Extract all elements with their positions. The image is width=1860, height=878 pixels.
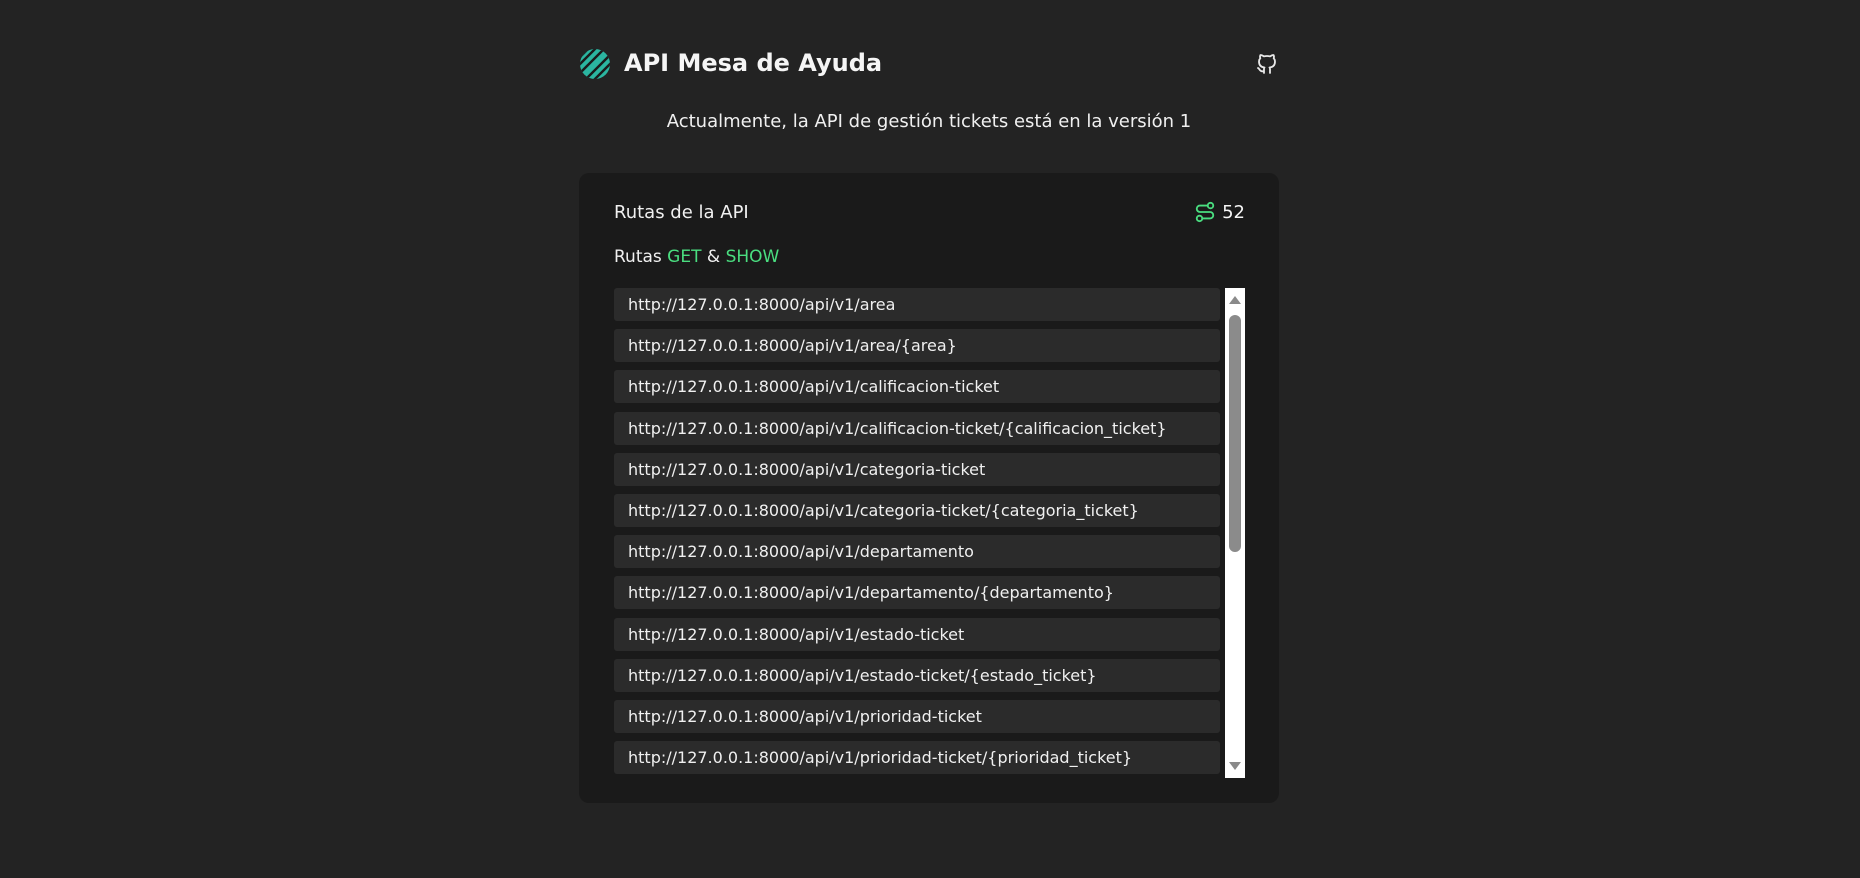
card-title: Rutas de la API [614, 202, 749, 223]
scroll-down-arrow-icon[interactable] [1229, 762, 1241, 770]
github-icon[interactable] [1255, 52, 1279, 76]
route-item[interactable]: http://127.0.0.1:8000/api/v1/departament… [614, 535, 1220, 569]
route-item[interactable]: http://127.0.0.1:8000/api/v1/categoria-t… [614, 452, 1220, 486]
method-get-label: GET [667, 247, 702, 267]
route-count: 52 [1194, 201, 1245, 223]
route-item[interactable]: http://127.0.0.1:8000/api/v1/calificacio… [614, 370, 1220, 404]
routes-scrollbar[interactable] [1225, 288, 1245, 778]
rutas-methods-label: Rutas GET & SHOW [614, 247, 779, 267]
ampersand: & [706, 247, 721, 267]
route-item[interactable]: http://127.0.0.1:8000/api/v1/prioridad-t… [614, 699, 1220, 733]
route-icon [1195, 201, 1215, 223]
routes-card: Rutas de la API 52 Rutas GET & SHOW http… [579, 173, 1279, 803]
striped-circle-logo-icon [580, 49, 610, 79]
route-item[interactable]: http://127.0.0.1:8000/api/v1/area [614, 288, 1220, 321]
route-count-value: 52 [1222, 201, 1245, 223]
routes-list[interactable]: http://127.0.0.1:8000/api/v1/area http:/… [614, 288, 1220, 778]
scroll-thumb[interactable] [1229, 315, 1241, 552]
rutas-label: Rutas [614, 247, 662, 267]
header: API Mesa de Ayuda [579, 48, 1279, 82]
app-title: API Mesa de Ayuda [624, 49, 883, 77]
route-item[interactable]: http://127.0.0.1:8000/api/v1/estado-tick… [614, 658, 1220, 692]
method-show-label: SHOW [725, 247, 780, 267]
version-subtitle: Actualmente, la API de gestión tickets e… [666, 111, 1192, 132]
route-item[interactable]: http://127.0.0.1:8000/api/v1/categoria-t… [614, 493, 1220, 527]
route-item[interactable]: http://127.0.0.1:8000/api/v1/departament… [614, 576, 1220, 610]
route-item[interactable]: http://127.0.0.1:8000/api/v1/calificacio… [614, 411, 1220, 445]
route-item[interactable]: http://127.0.0.1:8000/api/v1/prioridad-t… [614, 741, 1220, 775]
route-item[interactable]: http://127.0.0.1:8000/api/v1/estado-tick… [614, 617, 1220, 651]
route-item[interactable]: http://127.0.0.1:8000/api/v1/area/{area} [614, 329, 1220, 363]
scroll-up-arrow-icon[interactable] [1229, 296, 1241, 304]
